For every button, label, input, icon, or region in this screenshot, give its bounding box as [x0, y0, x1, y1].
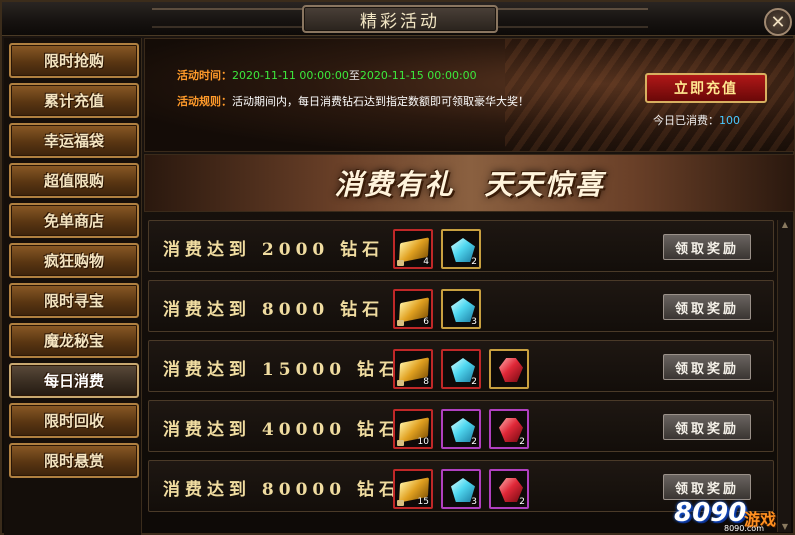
- consumed-label: 今日已消费：: [653, 114, 719, 127]
- sidebar-item-flash-sale[interactable]: 限时抢购: [9, 43, 139, 78]
- reward-row: 消费达到 8000 钻石 6 3 领取奖励: [148, 280, 774, 332]
- item-count: 8: [423, 377, 429, 387]
- reward-row: 消费达到 40000 钻石 10 2 2 领取奖励: [148, 400, 774, 452]
- title-ornament-right: [498, 8, 648, 28]
- item-count: 6: [423, 317, 429, 327]
- sidebar-item-daily-consumption[interactable]: 每日消费: [9, 363, 139, 398]
- banner-slogan: 消费有礼 天天惊喜: [334, 168, 605, 201]
- activity-time-row: 活动时间：2020-11-11 00:00:00至2020-11-15 00:0…: [177, 67, 477, 83]
- item-count: 3: [471, 497, 477, 507]
- sidebar-item-lucky-bag[interactable]: 幸运福袋: [9, 123, 139, 158]
- blue-gem-icon[interactable]: 2: [441, 229, 481, 269]
- reward-list-scrollbar[interactable]: ▲ ▼: [777, 220, 791, 532]
- reward-threshold: 消费达到 80000 钻石: [163, 479, 401, 500]
- title-bar: 精彩活动 ✕: [2, 2, 795, 36]
- sidebar-item-cumulative-recharge[interactable]: 累计充值: [9, 83, 139, 118]
- time-end: 2020-11-15 00:00:00: [359, 69, 477, 82]
- reward-items: 8 2: [393, 349, 529, 389]
- reward-threshold: 消费达到 15000 钻石: [163, 359, 401, 380]
- sidebar-item-recycle[interactable]: 限时回收: [9, 403, 139, 438]
- item-count: 10: [417, 437, 429, 447]
- scroll-up-arrow-icon[interactable]: ▲: [779, 220, 791, 230]
- site-watermark: 8090 游戏 8090.com: [666, 492, 795, 534]
- close-button[interactable]: ✕: [764, 8, 792, 36]
- sidebar-item-free-shop[interactable]: 免单商店: [9, 203, 139, 238]
- sidebar-item-crazy-shopping[interactable]: 疯狂购物: [9, 243, 139, 278]
- sidebar-item-bounty[interactable]: 限时悬赏: [9, 443, 139, 478]
- claim-reward-button[interactable]: 领取奖励: [663, 234, 751, 260]
- blue-gem-icon[interactable]: 2: [441, 409, 481, 449]
- claim-reward-button[interactable]: 领取奖励: [663, 354, 751, 380]
- today-consumed: 今日已消费：100: [653, 112, 740, 128]
- watermark-domain: 8090.com: [724, 524, 764, 533]
- item-count: 2: [519, 497, 525, 507]
- reward-items: 15 3 2: [393, 469, 529, 509]
- activity-window: 精彩活动 ✕ 限时抢购 累计充值 幸运福袋 超值限购 免单商店 疯狂购物 限时寻…: [0, 0, 795, 535]
- blue-gem-icon[interactable]: 3: [441, 469, 481, 509]
- item-count: 3: [471, 317, 477, 327]
- claim-reward-button[interactable]: 领取奖励: [663, 294, 751, 320]
- reward-row: 消费达到 15000 钻石 8 2 领取奖励: [148, 340, 774, 392]
- gold-bar-icon[interactable]: 4: [393, 229, 433, 269]
- item-count: 2: [471, 437, 477, 447]
- recharge-now-button[interactable]: 立即充值: [645, 73, 767, 103]
- time-start: 2020-11-11 00:00:00: [232, 69, 349, 82]
- gold-bar-icon[interactable]: 8: [393, 349, 433, 389]
- time-separator: 至: [348, 69, 360, 82]
- reward-items: 4 2: [393, 229, 481, 269]
- sidebar-item-value-purchase[interactable]: 超值限购: [9, 163, 139, 198]
- reward-items: 6 3: [393, 289, 481, 329]
- activity-rule-row: 活动规则：活动期间内，每日消费钻石达到指定数额即可领取豪华大奖！: [177, 93, 529, 109]
- red-gem-icon[interactable]: 2: [489, 469, 529, 509]
- promo-banner: 消费有礼 天天惊喜: [144, 154, 795, 212]
- reward-row: 消费达到 2000 钻石 4 2 领取奖励: [148, 220, 774, 272]
- time-label: 活动时间：: [177, 69, 232, 82]
- reward-threshold: 消费达到 2000 钻石: [163, 239, 385, 260]
- red-gem-icon[interactable]: [489, 349, 529, 389]
- rule-label: 活动规则：: [177, 95, 232, 108]
- item-count: 15: [417, 497, 429, 507]
- item-count: 2: [471, 257, 477, 267]
- sidebar-item-treasure-hunt[interactable]: 限时寻宝: [9, 283, 139, 318]
- gold-bar-icon[interactable]: 10: [393, 409, 433, 449]
- gold-bar-icon[interactable]: 6: [393, 289, 433, 329]
- red-gem-icon[interactable]: 2: [489, 409, 529, 449]
- window-title: 精彩活动: [302, 5, 498, 33]
- item-count: 4: [423, 257, 429, 267]
- reward-threshold: 消费达到 8000 钻石: [163, 299, 385, 320]
- claim-reward-button[interactable]: 领取奖励: [663, 414, 751, 440]
- blue-gem-icon[interactable]: 2: [441, 349, 481, 389]
- reward-threshold: 消费达到 40000 钻石: [163, 419, 401, 440]
- sidebar: 限时抢购 累计充值 幸运福袋 超值限购 免单商店 疯狂购物 限时寻宝 魔龙秘宝 …: [4, 38, 142, 535]
- activity-info-panel: 活动时间：2020-11-11 00:00:00至2020-11-15 00:0…: [144, 38, 795, 152]
- item-count: 2: [471, 377, 477, 387]
- reward-items: 10 2 2: [393, 409, 529, 449]
- rule-text: 活动期间内，每日消费钻石达到指定数额即可领取豪华大奖！: [232, 95, 529, 108]
- blue-gem-icon[interactable]: 3: [441, 289, 481, 329]
- sidebar-item-dragon-treasure[interactable]: 魔龙秘宝: [9, 323, 139, 358]
- title-ornament-left: [152, 8, 302, 28]
- consumed-value: 100: [719, 114, 740, 127]
- gold-bar-icon[interactable]: 15: [393, 469, 433, 509]
- reward-list: 消费达到 2000 钻石 4 2 领取奖励 消费达到 8000 钻石 6 3 领…: [144, 214, 795, 535]
- item-count: 2: [519, 437, 525, 447]
